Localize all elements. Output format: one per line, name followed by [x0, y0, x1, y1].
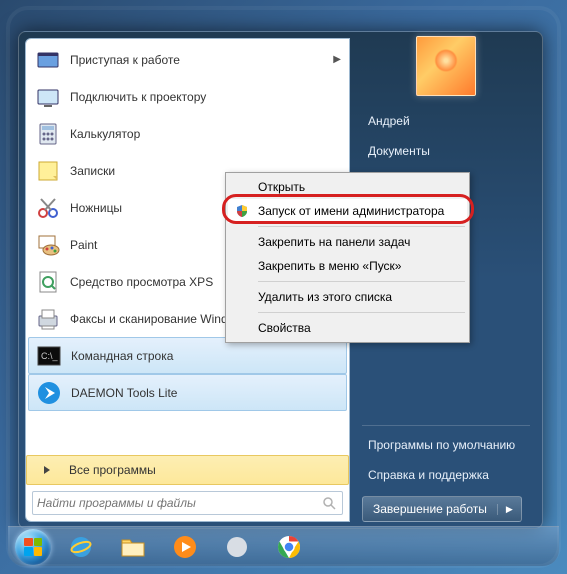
- context-item-label: Запуск от имени администратора: [258, 204, 444, 218]
- context-item-label: Закрепить в меню «Пуск»: [258, 259, 401, 273]
- context-separator: [258, 281, 465, 282]
- context-item-label: Закрепить на панели задач: [258, 235, 410, 249]
- shield-icon: [234, 203, 250, 219]
- context-menu: Открыть Запуск от имени администратора Зак…: [225, 172, 470, 343]
- context-separator: [258, 312, 465, 313]
- context-item[interactable]: Удалить из этого списка: [228, 285, 467, 309]
- context-item[interactable]: Открыть: [228, 175, 467, 199]
- context-item[interactable]: Запуск от имени администратора: [228, 199, 467, 223]
- context-item-label: Удалить из этого списка: [258, 290, 392, 304]
- context-item-label: Свойства: [258, 321, 311, 335]
- context-item[interactable]: Свойства: [228, 316, 467, 340]
- context-separator: [258, 226, 465, 227]
- context-item[interactable]: Закрепить в меню «Пуск»: [228, 254, 467, 278]
- context-item[interactable]: Закрепить на панели задач: [228, 230, 467, 254]
- context-item-label: Открыть: [258, 180, 305, 194]
